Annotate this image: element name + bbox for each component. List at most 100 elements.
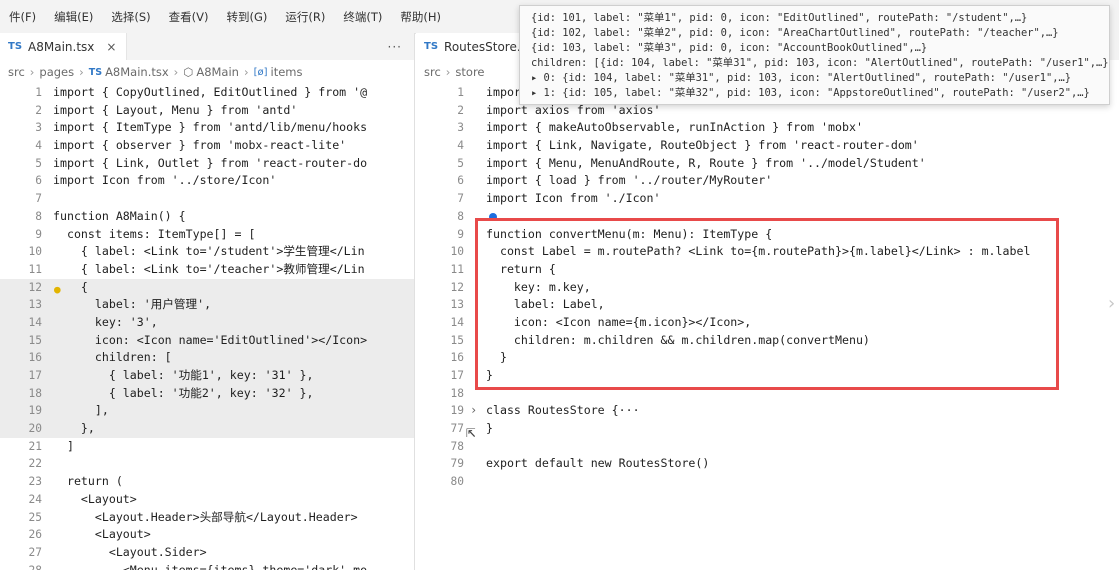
code-text[interactable]: return { <box>486 261 556 279</box>
code-line[interactable]: 79 export default new RoutesStore() <box>416 455 1119 473</box>
code-line[interactable]: 15 children: m.children && m.children.ma… <box>416 332 1119 350</box>
code-line[interactable]: 28 <Menu items={items} theme='dark' mo <box>0 562 414 570</box>
code-text[interactable]: import { load } from '../router/MyRouter… <box>486 172 772 190</box>
code-line[interactable]: 24 <Layout> <box>0 491 414 509</box>
code-line[interactable]: 19 class RoutesStore {··· › <box>416 402 1119 420</box>
breadcrumb-file[interactable]: A8Main.tsx <box>105 65 169 79</box>
code-line[interactable]: 15 icon: <Icon name='EditOutlined'></Ico… <box>0 331 414 350</box>
code-text[interactable]: function convertMenu(m: Menu): ItemType … <box>486 226 772 244</box>
code-line[interactable]: 23 return ( <box>0 473 414 491</box>
code-text[interactable]: { label: '功能1', key: '31' }, <box>53 367 314 385</box>
code-text[interactable]: <Menu items={items} theme='dark' mo <box>53 562 367 570</box>
tooltip-line[interactable]: ▸ 1: {id: 105, label: "菜单32", pid: 103, … <box>520 86 1109 101</box>
code-line[interactable]: 22 <box>0 455 414 473</box>
menu-file[interactable]: 件(F) <box>0 9 45 25</box>
code-line[interactable]: 14 icon: <Icon name={m.icon}></Icon>, <box>416 314 1119 332</box>
code-text[interactable]: } <box>486 367 493 385</box>
code-line[interactable]: 12 {● <box>0 278 414 297</box>
code-text[interactable]: import { Link, Outlet } from 'react-rout… <box>53 155 367 173</box>
code-line[interactable]: 18 <box>416 385 1119 403</box>
code-line[interactable]: 6 import Icon from '../store/Icon' <box>0 172 414 190</box>
code-line[interactable]: 17} <box>416 367 1119 385</box>
tooltip-line[interactable]: ▸ 0: {id: 104, label: "菜单31", pid: 103, … <box>520 71 1109 86</box>
code-text[interactable]: } <box>486 349 507 367</box>
code-text[interactable]: label: Label, <box>486 296 605 314</box>
code-text[interactable]: children: m.children && m.children.map(c… <box>486 332 870 350</box>
breadcrumb-function[interactable]: A8Main <box>196 65 239 79</box>
code-line[interactable]: 80 <box>416 473 1119 491</box>
code-text[interactable]: children: [ <box>53 349 172 367</box>
code-line[interactable]: 20 }, <box>0 420 414 438</box>
code-line[interactable]: 16 } <box>416 349 1119 367</box>
code-line[interactable]: 7 import Icon from './Icon' <box>416 190 1119 208</box>
menu-terminal[interactable]: 终端(T) <box>334 9 391 25</box>
close-icon[interactable]: × <box>106 40 116 54</box>
code-text[interactable]: <Layout.Header>头部导航</Layout.Header> <box>53 509 358 527</box>
menu-go[interactable]: 转到(G) <box>217 9 276 25</box>
code-editor[interactable]: 1 import 2 import axios from 'axios' 3 import… <box>416 84 1119 491</box>
code-line[interactable]: 26 <Layout> <box>0 526 414 544</box>
code-text[interactable]: icon: <Icon name={m.icon}></Icon>, <box>486 314 751 332</box>
code-line[interactable]: 4 import { observer } from 'mobx-react-li… <box>0 137 414 155</box>
code-text[interactable]: const items: ItemType[] = [ <box>53 226 255 244</box>
code-text[interactable]: { label: <Link to='/teacher'>教师管理</Lin <box>53 261 365 279</box>
code-text[interactable]: import Icon from './Icon' <box>486 190 661 208</box>
code-text[interactable]: const Label = m.routePath? <Link to={m.r… <box>486 243 1031 261</box>
breakpoint-dot-icon[interactable] <box>489 212 497 221</box>
code-line[interactable]: 19 ], <box>0 402 414 421</box>
code-text[interactable]: label: '用户管理', <box>53 296 211 314</box>
code-line[interactable]: 5 import { Link, Outlet } from 'react-rou… <box>0 155 414 173</box>
breadcrumb-pages[interactable]: pages <box>39 65 74 79</box>
code-line[interactable]: 4 import { Link, Navigate, RouteObject } … <box>416 137 1119 155</box>
code-line[interactable]: 10 { label: <Link to='/student'>学生管理</Li… <box>0 243 414 261</box>
code-text[interactable]: <Layout> <box>53 491 137 509</box>
code-text[interactable]: key: '3', <box>53 314 158 332</box>
code-text[interactable]: function A8Main() { <box>53 208 186 226</box>
code-text[interactable]: export default new RoutesStore() <box>486 455 709 473</box>
code-text[interactable]: import { Layout, Menu } from 'antd' <box>53 102 297 120</box>
menu-selection[interactable]: 选择(S) <box>102 9 159 25</box>
code-editor[interactable]: 1 import { CopyOutlined, EditOutlined } f… <box>0 84 414 570</box>
code-line[interactable]: 9 function convertMenu(m: Menu): ItemType… <box>416 226 1119 244</box>
breadcrumb-store[interactable]: store <box>455 65 484 79</box>
menu-run[interactable]: 运行(R) <box>276 9 334 25</box>
code-text[interactable]: class RoutesStore {··· <box>486 402 640 420</box>
code-line[interactable]: 8 function A8Main() { <box>0 208 414 226</box>
code-text[interactable]: import { Menu, MenuAndRoute, R, Route } … <box>486 155 926 173</box>
chevron-right-icon[interactable]: › <box>470 402 477 420</box>
code-line[interactable]: 78 <box>416 438 1119 456</box>
code-line[interactable]: 1 import { CopyOutlined, EditOutlined } f… <box>0 84 414 102</box>
tab-a8main[interactable]: TS A8Main.tsx × <box>0 33 128 60</box>
code-line[interactable]: 25 <Layout.Header>头部导航</Layout.Header> <box>0 509 414 527</box>
code-text[interactable]: import { observer } from 'mobx-react-lit… <box>53 137 346 155</box>
code-line[interactable]: 27 <Layout.Sider> <box>0 544 414 562</box>
code-text[interactable]: } <box>486 420 493 438</box>
code-text[interactable]: <Layout.Sider> <box>53 544 207 562</box>
code-line[interactable]: 13 label: '用户管理', <box>0 296 414 314</box>
code-line[interactable]: 77} <box>416 420 1119 438</box>
code-text[interactable]: icon: <Icon name='EditOutlined'></Icon> <box>53 332 367 350</box>
code-text[interactable]: import { CopyOutlined, EditOutlined } fr… <box>53 84 367 102</box>
code-line[interactable]: 14 key: '3', <box>0 313 414 332</box>
code-line[interactable]: 17 { label: '功能1', key: '31' }, <box>0 367 414 385</box>
code-text[interactable]: import { Link, Navigate, RouteObject } f… <box>486 137 919 155</box>
code-line[interactable]: 18 { label: '功能2', key: '32' }, <box>0 384 414 403</box>
code-line[interactable]: 10 const Label = m.routePath? <Link to={… <box>416 243 1119 261</box>
breadcrumb-src[interactable]: src <box>8 65 25 79</box>
code-text[interactable]: import { makeAutoObservable, runInAction… <box>486 119 863 137</box>
menu-help[interactable]: 帮助(H) <box>391 9 450 25</box>
code-line[interactable]: 11 { label: <Link to='/teacher'>教师管理</Li… <box>0 261 414 279</box>
code-line[interactable]: 9 const items: ItemType[] = [ <box>0 226 414 244</box>
code-text[interactable]: import { ItemType } from 'antd/lib/menu/… <box>53 119 367 137</box>
code-line[interactable]: 3 import { ItemType } from 'antd/lib/menu… <box>0 119 414 137</box>
code-text[interactable]: key: m.key, <box>486 279 591 297</box>
code-line[interactable]: 21 ] <box>0 438 414 456</box>
code-text[interactable]: ], <box>53 402 109 420</box>
code-text[interactable]: <Layout> <box>53 526 151 544</box>
code-line[interactable]: 11 return { <box>416 261 1119 279</box>
code-line[interactable]: 6 import { load } from '../router/MyRoute… <box>416 172 1119 190</box>
code-text[interactable]: }, <box>53 420 95 438</box>
code-line[interactable]: 3 import { makeAutoObservable, runInActio… <box>416 119 1119 137</box>
code-line[interactable]: 16 children: [ <box>0 349 414 367</box>
code-line[interactable]: 13 label: Label, <box>416 296 1119 314</box>
